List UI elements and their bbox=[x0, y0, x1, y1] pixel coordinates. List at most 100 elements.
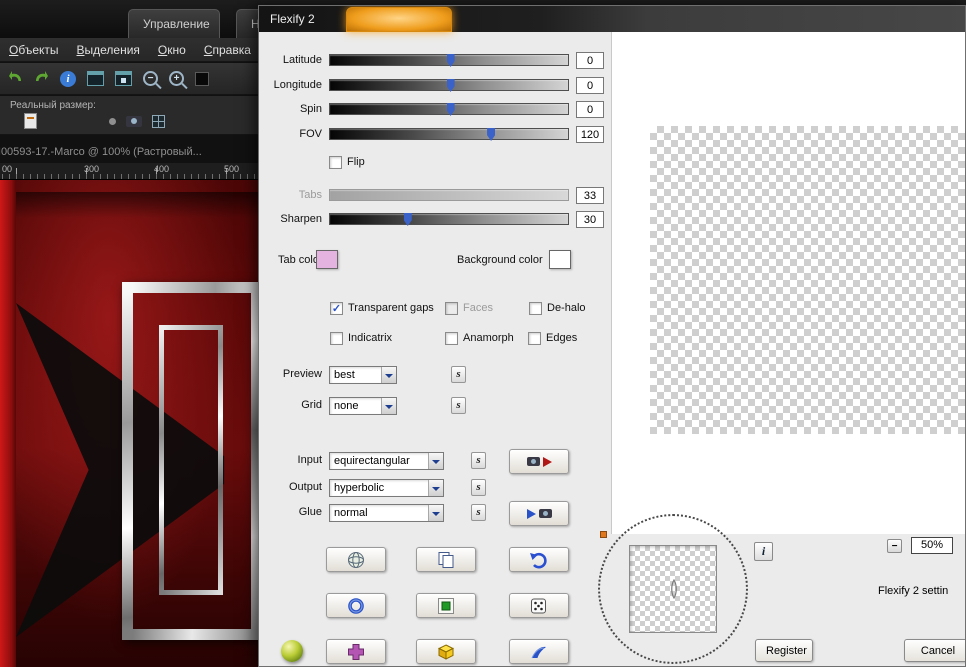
menu-help[interactable]: Справка bbox=[195, 43, 260, 57]
sharpen-slider-thumb[interactable] bbox=[404, 213, 412, 226]
output-save-button[interactable]: s bbox=[471, 479, 486, 496]
info-icon[interactable]: i bbox=[60, 71, 76, 87]
indicatrix-checkbox-box[interactable] bbox=[330, 332, 343, 345]
edges-checkbox-box[interactable] bbox=[528, 332, 541, 345]
anamorph-checkbox[interactable]: Anamorph bbox=[445, 331, 514, 345]
de-halo-checkbox[interactable]: De-halo bbox=[529, 301, 586, 315]
input-dropdown[interactable]: equirectangular bbox=[329, 452, 444, 470]
dot-icon[interactable] bbox=[109, 118, 116, 125]
undo-icon[interactable] bbox=[8, 69, 23, 89]
indicatrix-label: Indicatrix bbox=[348, 332, 392, 344]
chevron-down-icon[interactable] bbox=[381, 398, 396, 414]
background-color-swatch[interactable] bbox=[549, 250, 571, 269]
document-title: N00593-17.-Marco @ 100% (Растровый... bbox=[0, 146, 258, 158]
cancel-button[interactable]: Cancel bbox=[904, 639, 966, 662]
fov-value-input[interactable] bbox=[576, 126, 604, 143]
latitude-slider[interactable] bbox=[329, 54, 569, 66]
camera-icon bbox=[539, 509, 552, 518]
latitude-slider-thumb[interactable] bbox=[447, 54, 455, 67]
menu-objects[interactable]: Объекты bbox=[0, 43, 68, 57]
longitude-slider-thumb[interactable] bbox=[447, 79, 455, 92]
preview-pane[interactable] bbox=[611, 32, 966, 534]
glue-save-button[interactable]: s bbox=[471, 504, 486, 521]
preview-save-button[interactable]: s bbox=[451, 366, 466, 383]
window-panel-icon[interactable] bbox=[87, 71, 104, 86]
longitude-slider[interactable] bbox=[329, 79, 569, 91]
indicatrix-checkbox[interactable]: Indicatrix bbox=[330, 331, 392, 345]
flip-checkbox[interactable]: Flip bbox=[329, 155, 365, 169]
cross-button[interactable] bbox=[326, 639, 386, 664]
latitude-value-input[interactable] bbox=[576, 52, 604, 69]
info-button[interactable]: i bbox=[754, 542, 773, 561]
output-dropdown[interactable]: hyperbolic bbox=[329, 479, 444, 497]
toolbar-main: i − + bbox=[0, 63, 258, 95]
chevron-down-icon[interactable] bbox=[428, 505, 443, 521]
copy-button[interactable] bbox=[416, 547, 476, 572]
zoom-level[interactable]: 50% bbox=[911, 537, 953, 554]
transparent-gaps-checkbox-box[interactable]: ✓ bbox=[330, 302, 343, 315]
grid-save-button[interactable]: s bbox=[451, 397, 466, 414]
register-button[interactable]: Register bbox=[755, 639, 813, 662]
grid-plus-icon[interactable] bbox=[152, 115, 165, 128]
edges-checkbox[interactable]: Edges bbox=[528, 331, 577, 345]
sharpen-value-input[interactable] bbox=[576, 211, 604, 228]
menu-window[interactable]: Окно bbox=[149, 43, 195, 57]
dial-handle[interactable] bbox=[600, 531, 607, 538]
spin-slider-thumb[interactable] bbox=[447, 103, 455, 116]
de-halo-checkbox-box[interactable] bbox=[529, 302, 542, 315]
glue-dropdown-value: normal bbox=[334, 507, 368, 519]
flexify-dialog: Flexify 2 Latitude Longitude Spin FOV Fl… bbox=[258, 5, 966, 667]
preview-dropdown[interactable]: best bbox=[329, 366, 397, 384]
transparency-checker[interactable] bbox=[650, 126, 966, 434]
transparent-gaps-checkbox[interactable]: ✓ Transparent gaps bbox=[330, 301, 434, 315]
render-output-button[interactable] bbox=[509, 501, 569, 526]
zoom-out-icon[interactable]: − bbox=[143, 71, 158, 86]
zoom-in-icon[interactable]: + bbox=[169, 71, 184, 86]
image-canvas[interactable] bbox=[0, 180, 258, 667]
blue-play-icon bbox=[527, 509, 536, 519]
ring-button[interactable] bbox=[326, 593, 386, 618]
camera-icon bbox=[527, 457, 540, 466]
page-icon[interactable] bbox=[24, 113, 37, 129]
highlighted-tab[interactable] bbox=[346, 7, 452, 32]
render-input-button[interactable] bbox=[509, 449, 569, 474]
fov-slider-thumb[interactable] bbox=[487, 128, 495, 141]
wing-button[interactable] bbox=[509, 639, 569, 664]
glue-dropdown[interactable]: normal bbox=[329, 504, 444, 522]
color-swatch-icon[interactable] bbox=[195, 72, 209, 86]
longitude-value-input[interactable] bbox=[576, 77, 604, 94]
longitude-row: Longitude bbox=[259, 77, 611, 95]
spin-value-input[interactable] bbox=[576, 101, 604, 118]
tab-upravlenie[interactable]: Управление bbox=[128, 9, 220, 38]
fov-slider[interactable] bbox=[329, 128, 569, 140]
cube-button[interactable] bbox=[416, 639, 476, 664]
yellow-cube-icon bbox=[436, 642, 456, 662]
spin-label: Spin bbox=[259, 103, 322, 115]
green-square-button[interactable] bbox=[416, 593, 476, 618]
anamorph-checkbox-box[interactable] bbox=[445, 332, 458, 345]
tabs-value-input[interactable] bbox=[576, 187, 604, 204]
chevron-down-icon[interactable] bbox=[381, 367, 396, 383]
chevron-down-icon[interactable] bbox=[428, 453, 443, 469]
zoom-out-button[interactable]: − bbox=[887, 539, 902, 553]
grid-dropdown[interactable]: none bbox=[329, 397, 397, 415]
dice-icon bbox=[529, 596, 549, 616]
input-save-button[interactable]: s bbox=[471, 452, 486, 469]
random-button[interactable] bbox=[509, 593, 569, 618]
undo-button[interactable] bbox=[509, 547, 569, 572]
metal-frame-outer bbox=[122, 282, 258, 640]
flip-checkbox-box[interactable] bbox=[329, 156, 342, 169]
camera-icon[interactable] bbox=[126, 116, 142, 127]
spin-slider[interactable] bbox=[329, 103, 569, 115]
undo-arrow-icon bbox=[529, 550, 549, 570]
chevron-down-icon[interactable] bbox=[428, 480, 443, 496]
grid-dropdown-value: none bbox=[334, 400, 358, 412]
menu-selections[interactable]: Выделения bbox=[68, 43, 149, 57]
redo-icon[interactable] bbox=[34, 69, 49, 89]
globe-button[interactable] bbox=[326, 547, 386, 572]
tab-color-swatch[interactable] bbox=[316, 250, 338, 269]
sharpen-slider[interactable] bbox=[329, 213, 569, 225]
sharpen-row: Sharpen bbox=[259, 211, 611, 229]
window-grid-icon[interactable] bbox=[115, 71, 132, 86]
sphere-icon[interactable] bbox=[281, 640, 303, 662]
